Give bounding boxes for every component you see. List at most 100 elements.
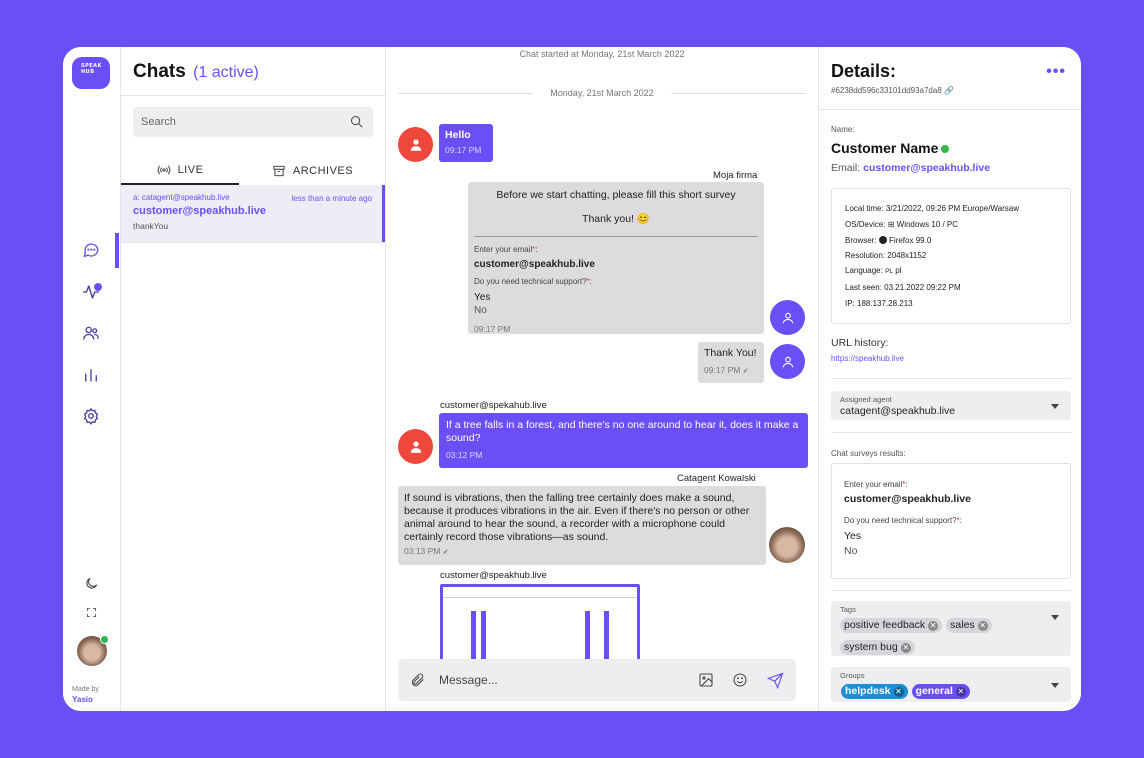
made-by-name[interactable]: Yasio [72, 695, 99, 705]
sender-name: customer@spekahub.live [440, 400, 547, 411]
agent-avatar [770, 344, 805, 379]
url-history-label: URL history: [831, 337, 889, 349]
groups-label: Groups [840, 671, 865, 680]
customer-avatar [398, 429, 433, 464]
survey-results-box: Enter your email*: customer@speakhub.liv… [831, 463, 1071, 579]
customer-name: Customer Name [831, 140, 950, 156]
groups-select[interactable]: Groups helpdesk ✕ general ✕ [831, 667, 1071, 702]
app-window: SPEAK HUB Made by Yasio Chats (1 active)… [63, 47, 1081, 711]
tags-list: positive feedback ✕ sales ✕ system bug ✕ [840, 615, 1050, 659]
message-time: 03:12 PM [446, 450, 483, 460]
survey-q2-yes: Yes [474, 292, 491, 303]
chevron-down-icon [1051, 682, 1059, 688]
active-nav-indicator [115, 233, 119, 268]
online-status-dot [100, 635, 109, 644]
survey-result-q1-answer: customer@speakhub.live [844, 493, 971, 505]
users-nav-icon[interactable] [79, 321, 103, 345]
chat-item-last-message: thankYou [133, 221, 169, 231]
conversation-panel: Chat started at Monday, 21st March 2022 … [386, 47, 818, 711]
chat-item-time: less than a minute ago [291, 194, 373, 203]
remove-tag-icon: ✕ [928, 621, 939, 631]
last-seen: Last seen: 03.21.2022 09:22 PM [845, 283, 961, 292]
search-icon[interactable] [349, 114, 364, 129]
survey-q1-label: Enter your email*: [474, 245, 538, 254]
tab-live[interactable]: LIVE [121, 157, 239, 185]
survey-q2-label: Do you need technical support?*: [474, 277, 592, 286]
remove-tag-icon: ✕ [900, 643, 911, 653]
activity-notification-dot [94, 283, 102, 291]
message-thankyou: Thank You! 09:17 PM ✔ [698, 342, 764, 383]
speakhub-logo[interactable]: SPEAK HUB [72, 57, 110, 93]
message-input[interactable]: Message... [439, 673, 498, 687]
url-history-link[interactable]: https://speakhub.live [831, 354, 904, 363]
search-placeholder: Search [141, 116, 176, 128]
chats-title: Chats (1 active) [133, 61, 259, 83]
paperclip-icon[interactable] [410, 672, 426, 688]
statistics-nav-icon[interactable] [79, 363, 103, 387]
sender-name: Moja firma [713, 170, 758, 181]
agent-avatar [770, 300, 805, 335]
survey-intro: Before we start chatting, please fill th… [496, 189, 736, 201]
chats-nav-icon[interactable] [79, 238, 103, 262]
broadcast-icon [157, 165, 170, 175]
chevron-down-icon [1051, 615, 1059, 620]
language: Language: PL pl [845, 266, 902, 275]
image-icon[interactable] [698, 672, 714, 688]
search-input[interactable]: Search [133, 107, 373, 137]
tag-chip[interactable]: positive feedback ✕ [840, 618, 943, 633]
image-attachment[interactable] [440, 584, 640, 664]
assigned-agent-label: Assigned agent [840, 395, 892, 404]
person-icon [782, 356, 793, 367]
archive-icon [273, 165, 285, 177]
message-text: If a tree falls in a forest, and there’s… [446, 419, 799, 444]
group-chip[interactable]: general ✕ [911, 684, 970, 699]
sender-name: customer@speakhub.live [440, 570, 547, 581]
tag-chip[interactable]: sales ✕ [946, 618, 992, 633]
survey-thanks: Thank you! 😊 [582, 213, 650, 225]
tag-chip[interactable]: system bug ✕ [840, 640, 915, 655]
assigned-agent-select[interactable]: Assigned agent catagent@speakhub.live [831, 391, 1071, 420]
survey-message: Before we start chatting, please fill th… [468, 182, 764, 334]
customer-avatar [398, 127, 433, 162]
date-divider: Monday, 21st March 2022 [550, 88, 654, 98]
message-text: If sound is vibrations, then the falling… [404, 492, 750, 543]
tab-archives-label: ARCHIVES [292, 165, 354, 177]
sender-name: Catagent Kowalski [677, 473, 756, 484]
send-icon[interactable] [767, 672, 784, 689]
remove-group-icon: ✕ [893, 687, 904, 697]
message-tree-question: If a tree falls in a forest, and there’s… [439, 413, 808, 468]
chevron-down-icon [1051, 403, 1059, 409]
chat-list-item[interactable]: a: catagent@speakhub.live less than a mi… [121, 185, 385, 242]
tags-select[interactable]: Tags positive feedback ✕ sales ✕ system bug ✕ [831, 601, 1071, 656]
message-tree-answer: If sound is vibrations, then the falling… [398, 486, 766, 565]
survey-result-q2-yes: Yes [844, 530, 862, 542]
emoji-icon[interactable] [732, 672, 748, 688]
group-chip[interactable]: helpdesk ✕ [841, 684, 908, 699]
fullscreen-icon[interactable] [79, 600, 103, 624]
chat-id[interactable]: #6238dd596c33101dd93a7da8 🔗 [831, 86, 954, 95]
browser: Browser: Firefox 99.0 [845, 236, 932, 245]
nav-rail: SPEAK HUB Made by Yasio [63, 47, 121, 711]
tags-label: Tags [840, 605, 856, 614]
tab-live-label: LIVE [177, 164, 204, 176]
customer-email: Email: customer@speakhub.live [831, 162, 991, 174]
made-by-credit: Made by Yasio [72, 685, 99, 705]
message-composer[interactable]: Message... [398, 659, 796, 701]
active-count: (1 active) [193, 64, 259, 81]
dark-mode-moon-icon[interactable] [79, 571, 103, 595]
details-panel: Details: ••• #6238dd596c33101dd93a7da8 🔗… [818, 47, 1081, 711]
more-options-icon[interactable]: ••• [1046, 63, 1066, 81]
message-time: 03:13 PM ✔ [404, 546, 449, 556]
tab-archives[interactable]: ARCHIVES [239, 157, 386, 185]
surveys-label: Chat surveys results: [831, 449, 906, 458]
visitor-info-box: Local time: 3/21/2022, 09:26 PM Europe/W… [831, 188, 1071, 324]
local-time: Local time: 3/21/2022, 09:26 PM Europe/W… [845, 204, 1020, 213]
settings-nav-icon[interactable] [79, 404, 103, 428]
remove-tag-icon: ✕ [977, 621, 988, 631]
chat-list-panel: Chats (1 active) Search LIVE ARCHIVES a:… [121, 47, 386, 711]
agent-photo-avatar [769, 527, 805, 563]
message-time: 09:17 PM [445, 145, 482, 155]
message-time: 09:17 PM [474, 324, 511, 334]
survey-result-q2-label: Do you need technical support?*: [844, 516, 962, 525]
survey-q1-answer: customer@speakhub.live [474, 259, 595, 270]
